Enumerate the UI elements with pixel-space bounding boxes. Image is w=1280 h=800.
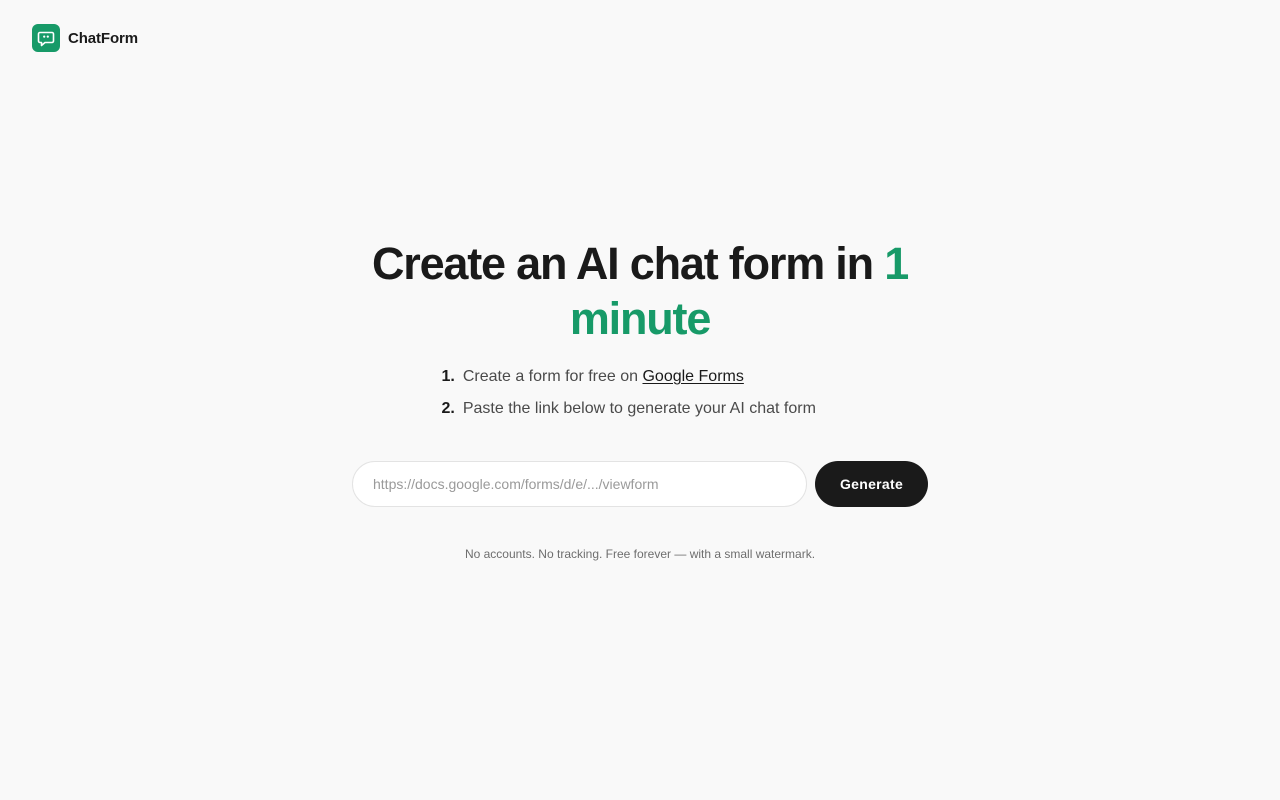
generate-button[interactable]: Generate xyxy=(815,461,928,507)
footnote: No accounts. No tracking. Free forever —… xyxy=(464,547,816,561)
generate-form: Generate xyxy=(352,461,928,507)
hero-section: Create an AI chat form in 1 minute 1. Cr… xyxy=(0,236,1280,561)
chat-bubble-quote-icon[interactable] xyxy=(32,24,60,52)
page-title: Create an AI chat form in 1 minute xyxy=(360,236,920,346)
brand-name[interactable]: ChatForm xyxy=(68,30,138,47)
step-number: 1. xyxy=(441,368,455,385)
steps-list: 1. Create a form for free on Google Form… xyxy=(442,368,842,432)
step-text: Paste the link below to generate your AI… xyxy=(462,400,816,417)
step-item: 2. Paste the link below to generate your… xyxy=(442,400,842,432)
step-text: Create a form for free on Google Forms xyxy=(463,368,744,386)
google-forms-link[interactable]: Google Forms xyxy=(642,368,743,385)
step-number: 2. xyxy=(441,400,455,417)
step-item: 1. Create a form for free on Google Form… xyxy=(442,368,842,400)
site-header: ChatForm xyxy=(32,24,138,52)
logo-graphic xyxy=(32,24,60,52)
form-url-input[interactable] xyxy=(352,461,807,507)
headline-main: Create an AI chat form in xyxy=(371,238,885,289)
step-text-body: Create a form for free on xyxy=(462,368,643,385)
